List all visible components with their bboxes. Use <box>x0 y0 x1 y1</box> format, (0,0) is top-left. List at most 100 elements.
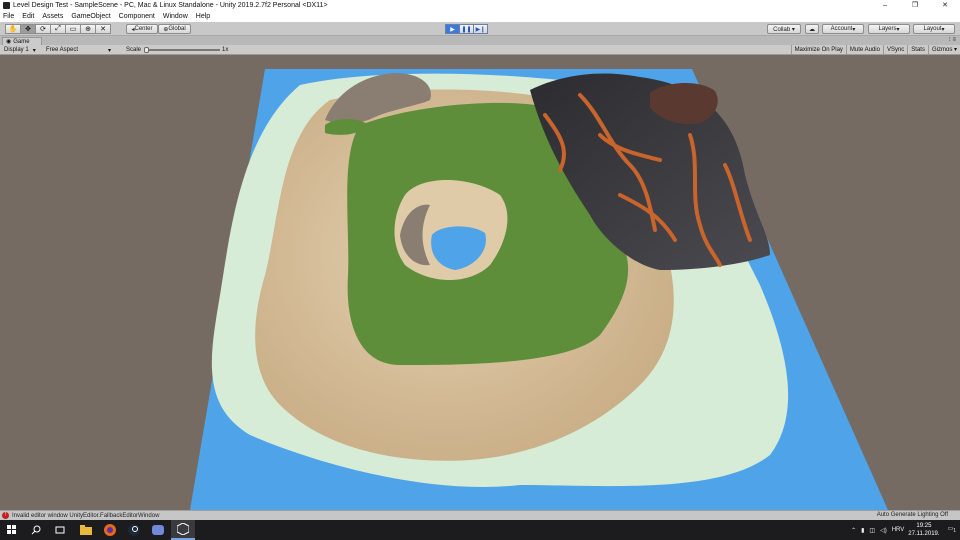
aspect-dropdown[interactable]: Free Aspect ▾ <box>46 46 111 54</box>
collab-button[interactable]: Collab ▾ <box>767 24 801 34</box>
unity-icon <box>177 523 189 535</box>
system-tray: ⌃ ▮ ◫ ◁) HRV 19:25 27.11.2019. ▭1 <box>851 520 960 540</box>
island-scene <box>190 69 888 510</box>
menu-window[interactable]: Window <box>163 13 188 20</box>
status-bar: ! Invalid editor window UnityEditor.Fall… <box>0 510 960 520</box>
chevron-down-icon: ▾ <box>852 26 856 33</box>
menu-help[interactable]: Help <box>196 13 210 20</box>
notification-count: 1 <box>953 528 956 535</box>
menu-component[interactable]: Component <box>119 13 155 20</box>
steam-icon <box>128 524 140 536</box>
lighting-status: Auto Generate Lighting Off <box>876 512 948 518</box>
network-icon[interactable]: ◫ <box>869 527 875 534</box>
status-message[interactable]: Invalid editor window UnityEditor.Fallba… <box>12 513 159 519</box>
vsync-toggle[interactable]: VSync <box>882 45 907 55</box>
window-controls: – ❐ ✕ <box>870 0 960 11</box>
menu-assets[interactable]: Assets <box>42 13 63 20</box>
task-view-button[interactable] <box>48 520 72 540</box>
play-controls: ▶ ❚❚ ▶❙ <box>445 24 488 34</box>
rotate-icon: ⟳ <box>40 26 46 33</box>
main-toolbar: ✋ ✥ ⟳ ⤢ ▭ ⊕ ✕ ◂ Center ⊕ Global ▶ ❚❚ ▶❙ Co… <box>0 22 960 36</box>
firefox-icon <box>104 524 116 536</box>
unity-taskbar-button[interactable] <box>171 520 195 540</box>
scale-label: Scale <box>126 47 142 53</box>
chevron-down-icon: ▾ <box>32 47 36 54</box>
pause-icon: ❚❚ <box>461 26 472 33</box>
volume-icon[interactable]: ◁) <box>880 527 887 534</box>
steam-button[interactable] <box>122 520 146 540</box>
layout-dropdown[interactable]: Layout ▾ <box>913 24 955 34</box>
folder-icon <box>80 525 92 535</box>
tab-row: ◉ Game ⁝ ≡ <box>0 36 960 45</box>
menu-gameobject[interactable]: GameObject <box>71 13 110 20</box>
discord-icon <box>152 525 164 535</box>
step-button[interactable]: ▶❙ <box>473 24 488 34</box>
collab-label: Collab ▾ <box>773 26 795 33</box>
hand-icon: ✋ <box>8 26 18 33</box>
rect-tool-button[interactable]: ▭ <box>65 24 81 34</box>
discord-button[interactable] <box>146 520 170 540</box>
space-toggle-button[interactable]: ⊕ Global <box>158 24 191 34</box>
custom-tool-button[interactable]: ✕ <box>95 24 111 34</box>
hand-tool-button[interactable]: ✋ <box>5 24 21 34</box>
start-button[interactable] <box>0 520 24 540</box>
pause-button[interactable]: ❚❚ <box>459 24 474 34</box>
transform-icon: ⊕ <box>85 26 91 33</box>
menu-file[interactable]: File <box>3 13 14 20</box>
scale-value: 1x <box>222 47 229 53</box>
clock[interactable]: 19:25 27.11.2019. <box>908 522 939 538</box>
cloud-button[interactable]: ☁ <box>805 24 819 34</box>
clock-time: 19:25 <box>916 523 932 529</box>
chevron-up-icon[interactable]: ⌃ <box>851 527 856 534</box>
stats-toggle[interactable]: Stats <box>907 45 928 55</box>
tab-game[interactable]: ◉ Game <box>2 37 42 45</box>
scale-slider-handle[interactable] <box>144 47 149 53</box>
minimize-button[interactable]: – <box>870 0 900 11</box>
maximize-button[interactable]: ❐ <box>900 0 930 11</box>
custom-tool-icon: ✕ <box>100 26 106 33</box>
scale-slider-track[interactable] <box>146 49 220 51</box>
display-dropdown[interactable]: Display 1 ▾ <box>4 46 36 54</box>
layers-dropdown[interactable]: Layers ▾ <box>868 24 910 34</box>
account-dropdown[interactable]: Account ▾ <box>822 24 864 34</box>
gizmos-dropdown[interactable]: Gizmos ▾ <box>927 45 960 55</box>
language-indicator[interactable]: HRV <box>892 527 905 533</box>
tab-menu-icon[interactable]: ⁝ ≡ <box>949 36 956 43</box>
menu-bar: File Edit Assets GameObject Component Wi… <box>0 11 960 22</box>
file-explorer-button[interactable] <box>74 520 98 540</box>
close-button[interactable]: ✕ <box>930 0 960 11</box>
step-icon: ▶❙ <box>475 26 486 33</box>
account-label: Account <box>830 26 853 32</box>
search-button[interactable] <box>24 520 48 540</box>
play-button[interactable]: ▶ <box>445 24 460 34</box>
layers-label: Layers <box>878 26 897 32</box>
battery-icon[interactable]: ▮ <box>861 527 864 534</box>
menu-edit[interactable]: Edit <box>22 13 34 20</box>
space-label: Global <box>168 26 186 32</box>
unity-logo-icon <box>3 2 10 9</box>
maximize-on-play-toggle[interactable]: Maximize On Play <box>790 45 846 55</box>
task-view-icon <box>55 526 65 534</box>
firefox-button[interactable] <box>98 520 122 540</box>
game-icon: ◉ <box>6 39 12 45</box>
notification-icon[interactable]: ▭1 <box>948 525 956 534</box>
play-icon: ▶ <box>450 26 455 33</box>
move-tool-button[interactable]: ✥ <box>20 24 36 34</box>
game-view-bar: Display 1 ▾ Free Aspect ▾ Scale 1x Maximiz… <box>0 45 960 55</box>
chevron-down-icon: ▾ <box>941 26 945 33</box>
scale-tool-button[interactable]: ⤢ <box>50 24 66 34</box>
rotate-tool-button[interactable]: ⟳ <box>35 24 51 34</box>
chevron-down-icon: ▾ <box>108 47 112 54</box>
game-viewport[interactable] <box>0 55 960 510</box>
transform-tool-button[interactable]: ⊕ <box>80 24 96 34</box>
aspect-label: Free Aspect <box>46 47 79 53</box>
taskbar: ⌃ ▮ ◫ ◁) HRV 19:25 27.11.2019. ▭1 <box>0 520 960 540</box>
error-icon: ! <box>2 512 9 519</box>
window-title: Level Design Test - SampleScene - PC, Ma… <box>13 2 328 9</box>
tab-game-label: Game <box>13 38 30 45</box>
scale-icon: ⤢ <box>55 25 61 32</box>
pivot-toggle-button[interactable]: ◂ Center <box>126 24 158 34</box>
mute-audio-toggle[interactable]: Mute Audio <box>845 45 883 55</box>
game-view-toggles: Maximize On Play Mute Audio VSync Stats … <box>790 45 960 55</box>
search-icon <box>31 525 41 535</box>
